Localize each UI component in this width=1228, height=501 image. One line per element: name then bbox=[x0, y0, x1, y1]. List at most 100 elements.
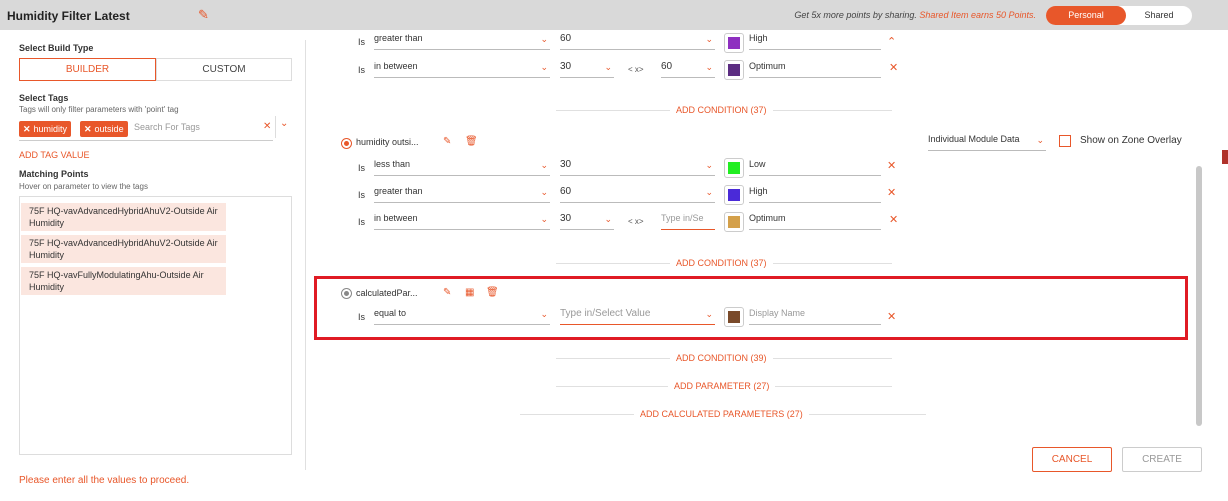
pencil-icon[interactable]: ✎ bbox=[443, 287, 451, 298]
list-item[interactable]: 75F HQ-vavAdvancedHybridAhuV2-Outside Ai… bbox=[21, 203, 226, 231]
color-picker[interactable] bbox=[724, 60, 744, 80]
create-button[interactable]: CREATE bbox=[1122, 447, 1202, 472]
add-tag-value-link[interactable]: ADD TAG VALUE bbox=[19, 150, 90, 160]
color-picker[interactable] bbox=[724, 212, 744, 232]
operator-value: greater than bbox=[374, 33, 423, 43]
display-name-input[interactable]: Display Name bbox=[749, 308, 881, 325]
tag-label: humidity bbox=[33, 124, 68, 134]
filter-dialog: Humidity Filter Latest ✎ Get 5x more poi… bbox=[0, 0, 1228, 501]
trash-icon[interactable]: 🗑 bbox=[465, 136, 478, 147]
add-condition-link[interactable]: ADD CONDITION (39) bbox=[670, 353, 773, 363]
toggle-shared[interactable]: Shared bbox=[1126, 6, 1192, 25]
value-text: 60 bbox=[560, 186, 572, 197]
visibility-toggle[interactable]: Personal Shared bbox=[1046, 6, 1192, 25]
tag-search-input[interactable]: Search For Tags bbox=[134, 122, 200, 132]
edge-marker bbox=[1222, 150, 1228, 164]
color-picker[interactable] bbox=[724, 307, 744, 327]
add-condition-link[interactable]: ADD CONDITION (37) bbox=[670, 258, 773, 268]
add-parameter-link[interactable]: ADD PARAMETER (27) bbox=[668, 381, 776, 391]
display-name-input[interactable]: Optimum bbox=[749, 213, 881, 230]
display-name-input[interactable]: Optimum bbox=[749, 61, 881, 78]
add-condition-link[interactable]: ADD CONDITION (37) bbox=[670, 105, 773, 115]
display-name-input[interactable]: High bbox=[749, 33, 881, 50]
scrollbar[interactable] bbox=[1196, 166, 1202, 426]
value-input[interactable]: 30 ⌄ bbox=[560, 159, 715, 176]
parameter-name: calculatedPar... bbox=[356, 288, 418, 298]
operator-value: in between bbox=[374, 213, 418, 223]
close-icon[interactable]: ✕ bbox=[887, 159, 896, 172]
tag-underline bbox=[19, 140, 273, 141]
parameter-name: humidity outsi... bbox=[356, 137, 419, 147]
tags-hint: Tags will only filter parameters with 'p… bbox=[19, 105, 179, 114]
close-icon[interactable]: ✕ bbox=[889, 61, 898, 74]
builder-button[interactable]: BUILDER bbox=[19, 58, 156, 81]
chevron-down-icon: ⌄ bbox=[540, 309, 548, 319]
close-icon[interactable]: ✕ bbox=[889, 213, 898, 226]
calculator-icon[interactable]: ▦ bbox=[465, 287, 474, 298]
toggle-personal[interactable]: Personal bbox=[1046, 6, 1126, 25]
color-picker[interactable] bbox=[724, 158, 744, 178]
chevron-down-icon: ⌄ bbox=[540, 214, 548, 224]
max-value-input[interactable]: Type in/Se bbox=[661, 213, 715, 230]
close-icon[interactable]: ✕ bbox=[887, 310, 896, 323]
pencil-icon[interactable]: ✎ bbox=[443, 136, 451, 147]
operator-value: equal to bbox=[374, 308, 407, 318]
close-icon[interactable]: ✕ bbox=[887, 186, 896, 199]
operator-select[interactable]: greater than ⌄ bbox=[374, 186, 550, 203]
parameter-radio[interactable] bbox=[341, 288, 352, 299]
operator-value: greater than bbox=[374, 186, 423, 196]
min-value-input[interactable]: 30 ⌄ bbox=[560, 61, 614, 78]
tag-chip-humidity[interactable]: ✕ humidity bbox=[19, 121, 72, 137]
custom-button[interactable]: CUSTOM bbox=[156, 58, 292, 81]
chevron-down-icon: ⌄ bbox=[705, 309, 713, 319]
color-picker[interactable] bbox=[724, 33, 744, 53]
value-input[interactable]: 60 ⌄ bbox=[560, 186, 715, 203]
trash-icon[interactable]: 🗑 bbox=[486, 287, 499, 298]
is-label: Is bbox=[358, 65, 366, 75]
display-name-input[interactable]: Low bbox=[749, 159, 881, 176]
value-text: 60 bbox=[560, 33, 572, 44]
range-symbol: < x> bbox=[628, 217, 644, 226]
chevron-down-icon: ⌄ bbox=[604, 62, 612, 72]
display-name-input[interactable]: High bbox=[749, 186, 881, 203]
zone-overlay-checkbox[interactable] bbox=[1059, 135, 1071, 147]
chevron-up-icon[interactable]: ⌃ bbox=[887, 35, 896, 48]
parameter-radio[interactable] bbox=[341, 138, 352, 149]
pencil-icon[interactable]: ✎ bbox=[198, 8, 212, 22]
zone-overlay-label: Show on Zone Overlay bbox=[1080, 135, 1182, 146]
clear-tags-icon[interactable]: ✕ bbox=[263, 121, 271, 132]
page-title: Humidity Filter Latest bbox=[7, 9, 130, 23]
add-calculated-parameters-link[interactable]: ADD CALCULATED PARAMETERS (27) bbox=[634, 409, 809, 419]
value-input[interactable]: 60 ⌄ bbox=[560, 33, 715, 50]
operator-select[interactable]: equal to ⌄ bbox=[374, 308, 550, 325]
operator-value: less than bbox=[374, 159, 411, 169]
list-item[interactable]: 75F HQ-vavAdvancedHybridAhuV2-Outside Ai… bbox=[21, 235, 226, 263]
max-value-input[interactable]: 60 ⌄ bbox=[661, 61, 715, 78]
cancel-button[interactable]: CANCEL bbox=[1032, 447, 1112, 472]
matching-points-hint: Hover on parameter to view the tags bbox=[19, 182, 148, 191]
header-bar: Humidity Filter Latest ✎ Get 5x more poi… bbox=[0, 0, 1228, 30]
color-swatch bbox=[728, 189, 740, 201]
operator-select[interactable]: greater than ⌄ bbox=[374, 33, 550, 50]
chevron-down-icon: ⌄ bbox=[705, 34, 713, 44]
is-label: Is bbox=[358, 163, 366, 173]
color-picker[interactable] bbox=[724, 185, 744, 205]
remove-tag-icon[interactable]: ✕ bbox=[23, 124, 31, 134]
range-symbol: < x> bbox=[628, 65, 644, 74]
operator-select[interactable]: in between ⌄ bbox=[374, 61, 550, 78]
matching-points-label: Matching Points bbox=[19, 169, 89, 179]
module-data-select[interactable]: Individual Module Data ⌄ bbox=[928, 134, 1046, 151]
color-swatch bbox=[728, 162, 740, 174]
tag-chip-outside[interactable]: ✕ outside bbox=[80, 121, 128, 137]
chevron-down-icon: ⌄ bbox=[604, 214, 612, 224]
module-data-value: Individual Module Data bbox=[928, 134, 1020, 144]
list-item[interactable]: 75F HQ-vavFullyModulatingAhu-Outside Air… bbox=[21, 267, 226, 295]
chevron-down-icon[interactable]: ⌄ bbox=[280, 118, 288, 129]
remove-tag-icon[interactable]: ✕ bbox=[84, 124, 92, 134]
share-promo: Get 5x more points by sharing. Shared It… bbox=[794, 10, 1036, 20]
operator-select[interactable]: in between ⌄ bbox=[374, 213, 550, 230]
operator-select[interactable]: less than ⌄ bbox=[374, 159, 550, 176]
value-input[interactable]: Type in/Select Value ⌄ bbox=[560, 308, 715, 325]
min-value-input[interactable]: 30 ⌄ bbox=[560, 213, 614, 230]
color-swatch bbox=[728, 216, 740, 228]
